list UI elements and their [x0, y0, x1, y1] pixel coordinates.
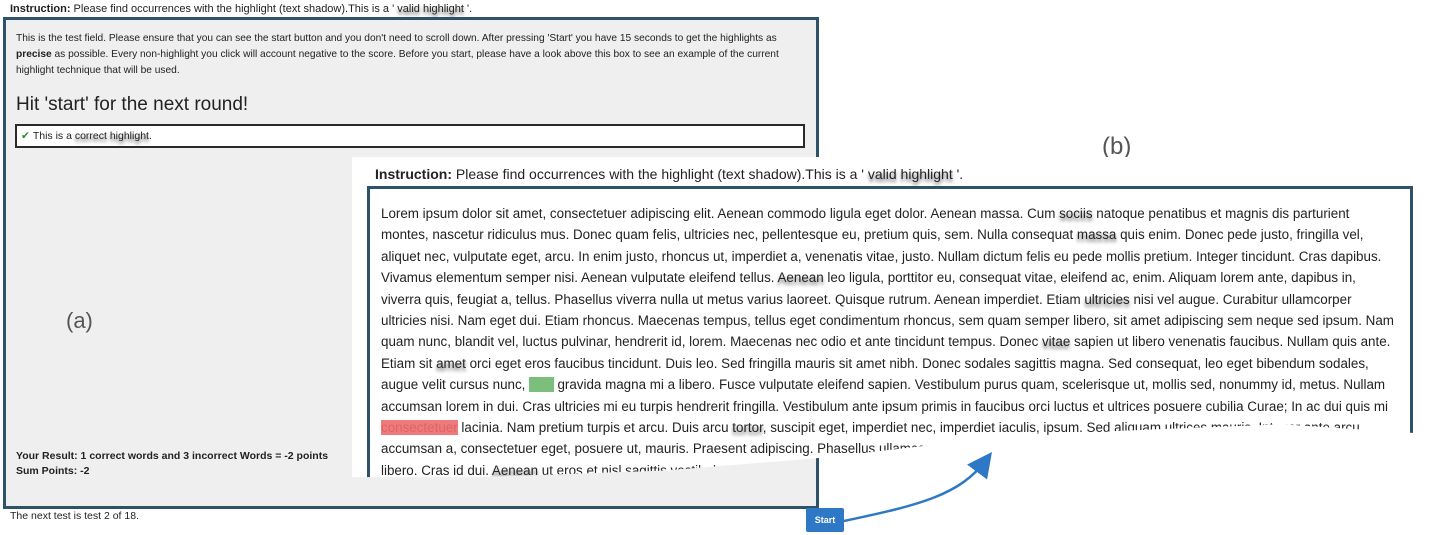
- correct-click-word[interactable]: quis: [529, 377, 554, 393]
- intro-bold: precise: [16, 49, 52, 60]
- intro-part-2: as possible. Every non-highlight you cli…: [16, 49, 779, 76]
- highlighted-word[interactable]: sociis: [1059, 206, 1092, 221]
- instruction-end: '.: [463, 3, 473, 15]
- instruction-label: Instruction:: [375, 166, 452, 182]
- correct-highlight-example: ✔ This is a correct highlight.: [15, 124, 805, 148]
- result-summary: Your Result: 1 correct words and 3 incor…: [16, 449, 328, 479]
- correct-suffix: .: [148, 130, 152, 142]
- instruction-bar-a: Instruction: Please find occurrences wit…: [10, 3, 472, 15]
- highlighted-word[interactable]: tortor: [732, 420, 763, 435]
- highlighted-word[interactable]: Aenean: [778, 270, 824, 285]
- next-test-text: The next test is test 2 of 18.: [10, 510, 139, 522]
- instruction-highlight-example: valid highlight: [867, 166, 953, 182]
- result-line: Your Result: 1 correct words and 3 incor…: [16, 450, 329, 462]
- instruction-text: Please find occurrences with the highlig…: [70, 3, 398, 15]
- start-button[interactable]: Start: [806, 508, 844, 532]
- correct-highlight-text: correct highlight: [74, 130, 149, 142]
- check-icon: ✔: [21, 130, 30, 142]
- round-heading: Hit 'start' for the next round!: [16, 94, 249, 115]
- incorrect-click-word[interactable]: consectetuer: [381, 420, 458, 436]
- intro-part-1: This is the test field. Please ensure th…: [16, 33, 777, 44]
- instruction-end: '.: [952, 166, 964, 182]
- figure-label-b: (b): [1102, 133, 1132, 160]
- instruction-bar-b: Instruction: Please find occurrences wit…: [375, 166, 963, 182]
- highlighted-word[interactable]: ultricies: [1084, 292, 1129, 307]
- figure-label-a: (a): [66, 308, 93, 333]
- highlighted-word[interactable]: vitae: [1042, 334, 1070, 349]
- text-segment: Lorem ipsum dolor sit amet, consectetuer…: [381, 206, 1060, 221]
- highlighted-word[interactable]: massa: [1077, 227, 1116, 242]
- text-segment: lacinia. Nam pretium turpis et arcu. Dui…: [457, 420, 733, 436]
- zoomed-panel-b: Instruction: Please find occurrences wit…: [352, 157, 1432, 478]
- instruction-text: Please find occurrences with the highlig…: [452, 166, 868, 182]
- lorem-text: Lorem ipsum dolor sit amet, consectetuer…: [381, 203, 1399, 477]
- test-field-b: Lorem ipsum dolor sit amet, consectetuer…: [367, 186, 1413, 478]
- instruction-highlight-example: valid highlight: [397, 3, 464, 15]
- highlighted-word[interactable]: amet: [436, 356, 466, 371]
- sum-points: Sum Points: -2: [16, 465, 90, 477]
- correct-prefix: This is a: [32, 130, 75, 142]
- instruction-label: Instruction:: [10, 3, 71, 15]
- intro-text: This is the test field. Please ensure th…: [16, 31, 806, 79]
